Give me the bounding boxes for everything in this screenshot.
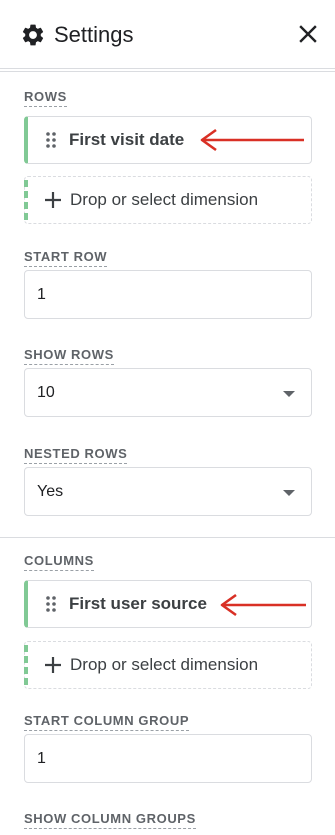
add-column-dimension-label: Drop or select dimension <box>70 655 259 674</box>
dropdown-arrow-icon <box>283 490 295 496</box>
start-row-value: 1 <box>37 286 46 303</box>
red-arrow-annotation <box>220 593 306 617</box>
add-row-dimension-button[interactable]: Drop or select dimension <box>24 176 312 224</box>
nested-rows-label: NESTED ROWS <box>24 446 128 464</box>
start-column-group-value: 1 <box>37 750 46 767</box>
show-column-groups-label: SHOW COLUMN GROUPS <box>24 811 196 829</box>
gear-icon <box>22 24 44 46</box>
nested-rows-select[interactable]: Yes <box>24 467 312 516</box>
plus-icon <box>45 192 61 208</box>
plus-icon <box>45 657 61 673</box>
drag-handle-icon[interactable] <box>46 596 56 612</box>
dropdown-arrow-icon <box>283 391 295 397</box>
drag-handle-icon[interactable] <box>46 132 56 148</box>
page-title: Settings <box>54 22 134 47</box>
column-dimension-label: First user source <box>69 594 207 613</box>
rows-label: ROWS <box>24 89 67 107</box>
show-rows-select[interactable]: 10 <box>24 368 312 417</box>
nested-rows-value: Yes <box>37 483 64 500</box>
drop-zone-indicator <box>24 645 28 687</box>
section-divider <box>0 537 335 538</box>
add-column-dimension-button[interactable]: Drop or select dimension <box>24 641 312 689</box>
start-column-group-input[interactable]: 1 <box>24 734 312 783</box>
show-rows-value: 10 <box>37 384 55 401</box>
add-row-dimension-label: Drop or select dimension <box>70 190 259 209</box>
columns-label: COLUMNS <box>24 553 94 571</box>
red-arrow-annotation <box>200 128 304 152</box>
header-divider-2 <box>0 71 335 72</box>
row-dimension-label: First visit date <box>69 130 185 149</box>
start-row-label: START ROW <box>24 249 108 267</box>
settings-header: Settings <box>0 0 335 68</box>
start-row-input[interactable]: 1 <box>24 270 312 319</box>
drop-zone-indicator <box>24 180 28 222</box>
header-divider <box>0 68 335 69</box>
close-icon[interactable] <box>296 22 320 46</box>
start-column-group-label: START COLUMN GROUP <box>24 713 190 731</box>
show-rows-label: SHOW ROWS <box>24 347 114 365</box>
